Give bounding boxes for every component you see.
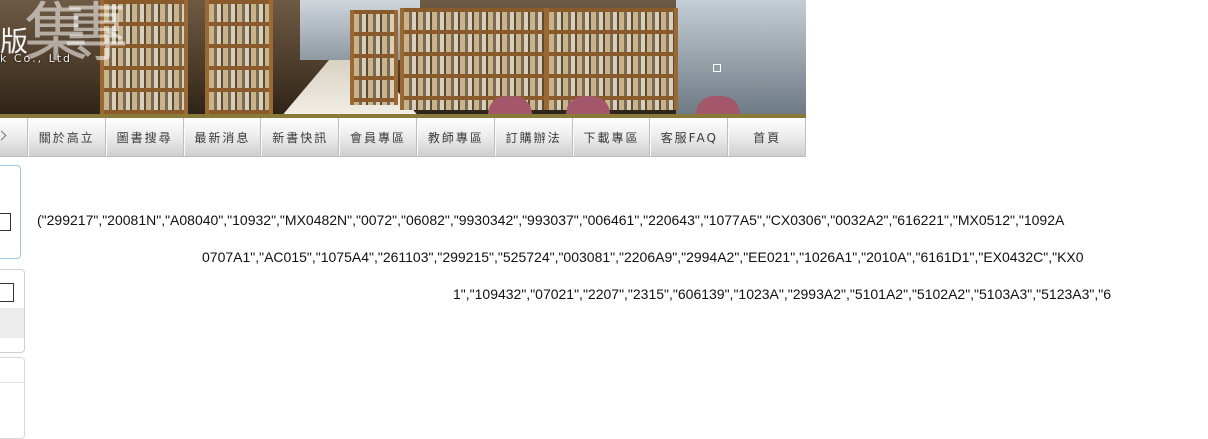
side-panel-login — [0, 269, 25, 353]
code-line: 1","109432","07021","2207","2315","60613… — [453, 286, 1111, 302]
nav-item-teachers[interactable]: 教師專區 — [416, 118, 495, 156]
nav-item-home[interactable]: 首頁 — [728, 118, 806, 156]
nav-prev-icon[interactable] — [0, 118, 28, 156]
nav-item-new-books[interactable]: 新書快訊 — [261, 118, 340, 156]
nav-item-members[interactable]: 會員專區 — [339, 118, 417, 156]
logo-watermark-char: 專 — [64, 0, 128, 71]
nav-item-book-search[interactable]: 圖書搜尋 — [105, 118, 184, 156]
nav-item-downloads[interactable]: 下載專區 — [572, 118, 651, 156]
side-panel-strip — [0, 308, 24, 338]
code-line: ("299217","20081N","A08040","10932","MX0… — [37, 212, 1065, 228]
divider — [0, 382, 24, 383]
side-input[interactable] — [0, 283, 14, 302]
side-panel-search — [0, 165, 21, 259]
logo-subtitle: k Co., Ltd — [0, 52, 72, 65]
bookshelf — [400, 8, 548, 110]
bookshelf — [205, 0, 273, 114]
small-square-marker — [713, 64, 721, 72]
bookshelf — [350, 10, 398, 105]
side-panel-links — [0, 357, 25, 439]
main-nav: 關於高立 圖書搜尋 最新消息 新書快訊 會員專區 教師專區 訂購辦法 下載專區 … — [0, 118, 806, 157]
side-input[interactable] — [0, 213, 11, 231]
nav-item-news[interactable]: 最新消息 — [183, 118, 262, 156]
library-window-right — [676, 0, 806, 114]
code-line: 0707A1","AC015","1075A4","261103","29921… — [202, 249, 1084, 265]
nav-item-about[interactable]: 關於高立 — [27, 118, 106, 156]
header-banner: 版 集 專 k Co., Ltd — [0, 0, 806, 118]
bookshelf — [545, 8, 678, 110]
nav-item-ordering[interactable]: 訂購辦法 — [494, 118, 573, 156]
nav-item-faq[interactable]: 客服FAQ — [650, 118, 729, 156]
